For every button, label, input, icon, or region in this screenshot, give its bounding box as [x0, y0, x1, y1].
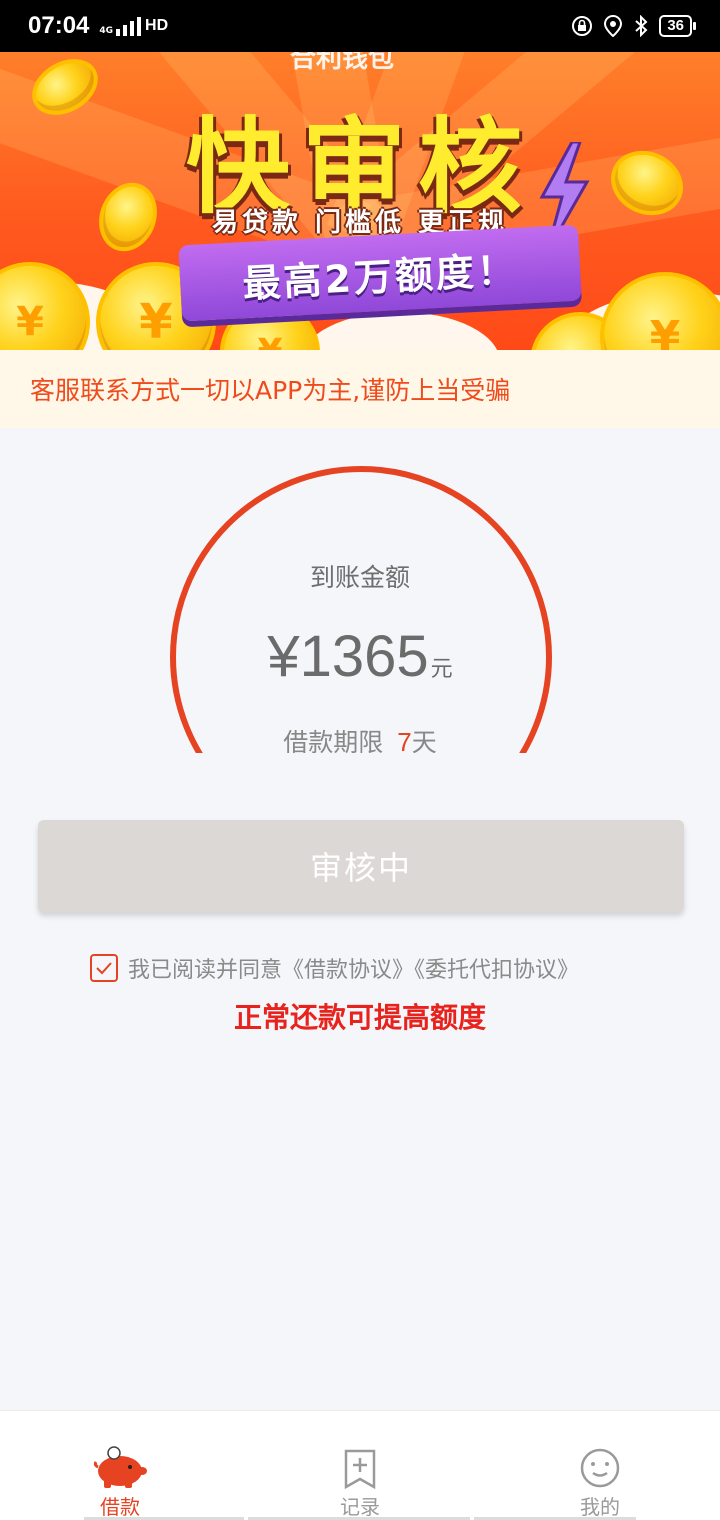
- tab-mine[interactable]: 我的: [474, 1411, 720, 1520]
- piggy-bank-icon: [93, 1446, 147, 1488]
- tab-loan[interactable]: 借款: [0, 1411, 244, 1520]
- agreement-row[interactable]: 我已阅读并同意《借款协议》《委托代扣协议》: [90, 952, 579, 984]
- loan-page: 07:04 4G HD 36 ¥ ¥ ¥ 合利钱包 快审核 易贷款 门槛低 更正…: [0, 0, 720, 1520]
- hd-indicator: HD: [145, 17, 169, 34]
- amount-label: 到账金额: [309, 563, 410, 592]
- agreement-checkbox[interactable]: [90, 954, 118, 982]
- status-bar: 07:04 4G HD 36: [0, 0, 720, 52]
- tab-mine-label: 我的: [580, 1495, 620, 1519]
- location-icon: [604, 15, 623, 37]
- anti-fraud-notice: 客服联系方式一切以APP为主,谨防上当受骗: [0, 350, 720, 428]
- coin-decoration: ¥: [600, 272, 720, 350]
- term-unit: 天: [411, 728, 437, 753]
- amount-number: ¥1365: [267, 624, 429, 689]
- network-type: 4G: [99, 25, 114, 36]
- coin-decoration: ¥: [0, 262, 90, 350]
- bottom-tab-bar: 借款 记录 我的: [0, 1410, 720, 1520]
- bluetooth-icon: [635, 15, 648, 37]
- term-days: 7: [397, 727, 412, 753]
- amount-panel: 到账金额 ¥1365元 借款期限 7天: [0, 428, 720, 753]
- amount-ring: [170, 466, 552, 753]
- lock-rotation-icon: [572, 16, 593, 36]
- record-add-icon: [344, 1449, 376, 1489]
- tab-loan-label: 借款: [100, 1495, 140, 1519]
- tab-record[interactable]: 记录: [240, 1411, 480, 1520]
- banner-brand-text: 合利钱包: [290, 52, 395, 74]
- check-icon: [96, 962, 112, 975]
- notice-text: 客服联系方式一切以APP为主,谨防上当受骗: [30, 376, 511, 405]
- promo-banner[interactable]: ¥ ¥ ¥ ¥ 合利钱包 快审核 易贷款 门槛低 更正规 最高2万额度！: [0, 52, 720, 350]
- signal-icon: 4G: [99, 16, 142, 36]
- amount-unit: 元: [430, 657, 453, 682]
- repay-hint: 正常还款可提高额度: [233, 1001, 486, 1034]
- status-time: 07:04: [28, 12, 90, 39]
- banner-ribbon-text: 最高2万额度！: [241, 247, 519, 306]
- battery-icon: 36: [659, 15, 696, 37]
- smiley-profile-icon: [580, 1448, 620, 1488]
- agreement-text[interactable]: 我已阅读并同意《借款协议》《委托代扣协议》: [128, 952, 579, 984]
- amount-value: ¥1365元: [0, 623, 720, 690]
- status-icons: 36: [571, 15, 696, 37]
- tab-record-label: 记录: [340, 1495, 380, 1519]
- review-status-button[interactable]: 审核中: [38, 820, 684, 912]
- banner-ribbon: 最高2万额度！: [178, 224, 582, 322]
- banner-subtitle: 易贷款 门槛低 更正规: [211, 208, 509, 238]
- loan-term: 借款期限 7天: [0, 723, 720, 753]
- term-label: 借款期限: [283, 728, 384, 753]
